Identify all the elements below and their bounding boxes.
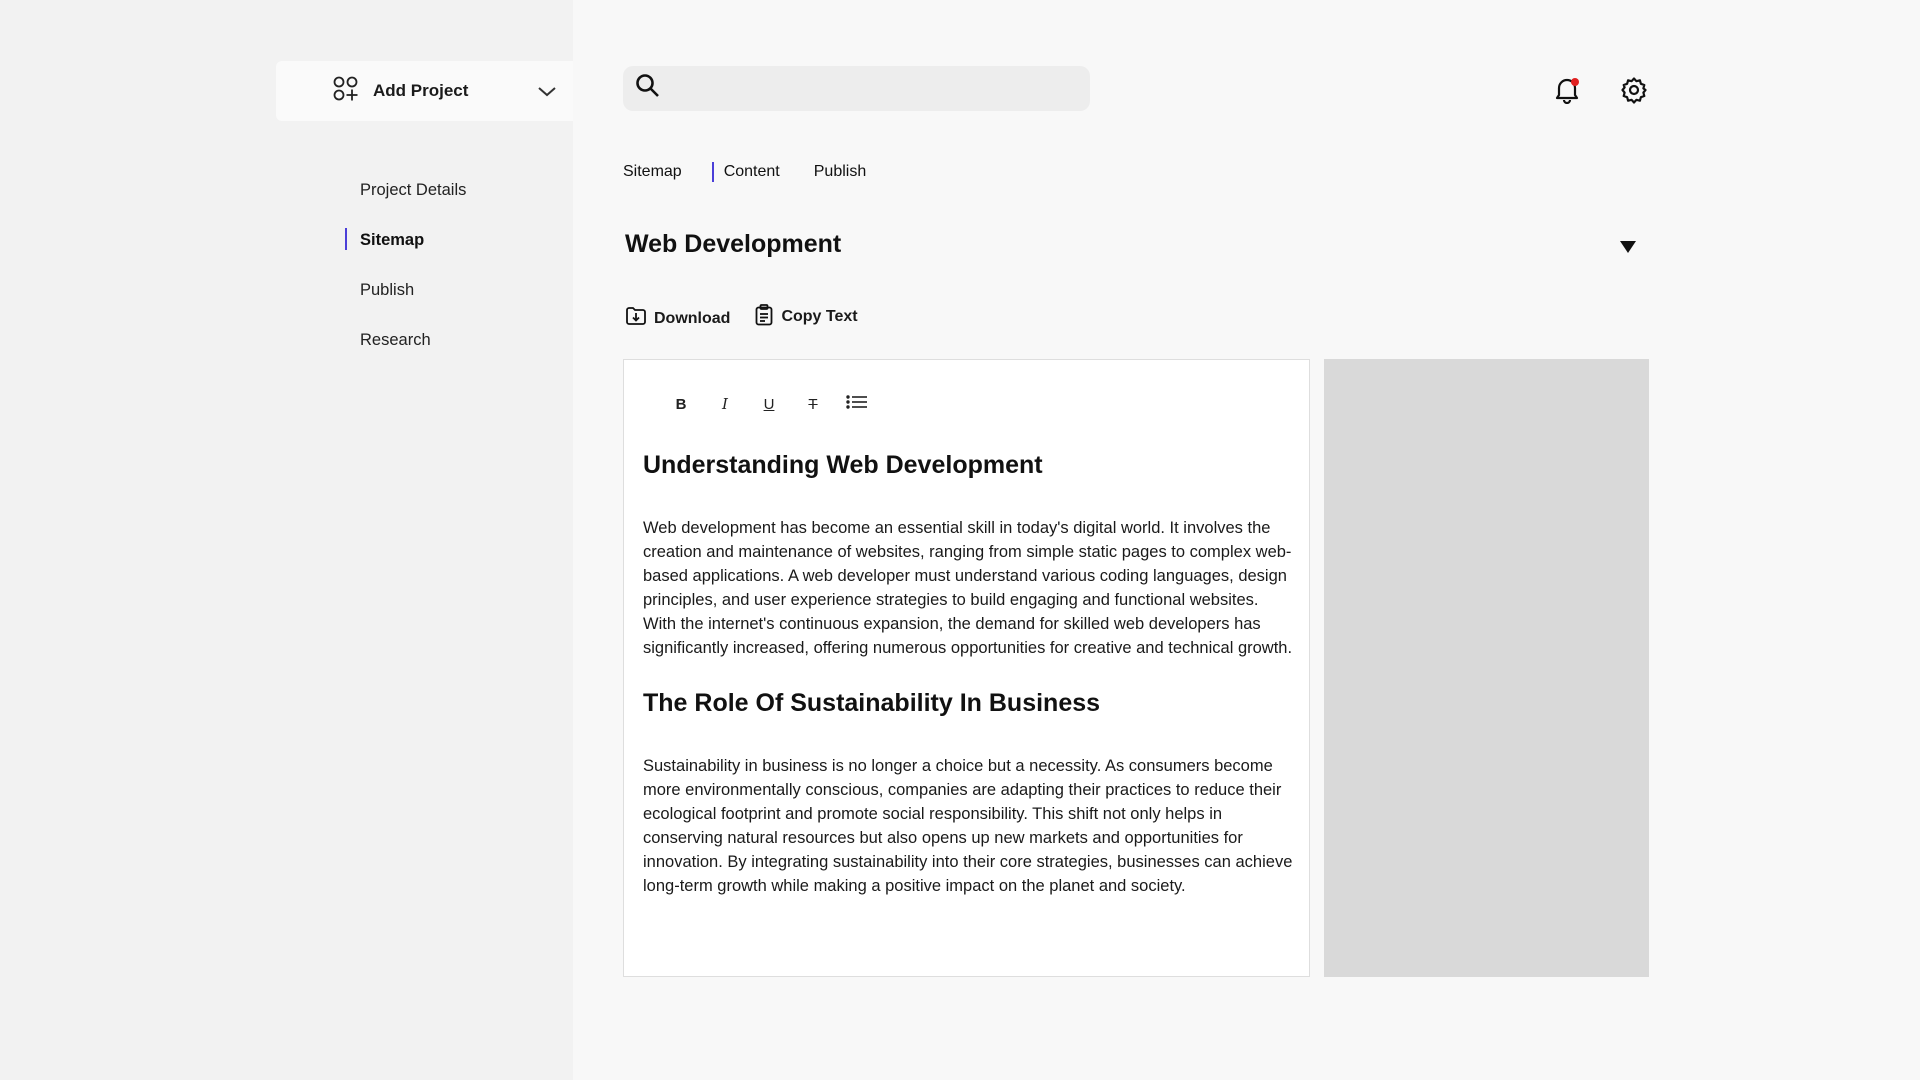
actions-bar: Download Copy Text [625, 303, 858, 332]
sidebar-item-research[interactable]: Research [360, 315, 466, 365]
bold-button[interactable]: B [659, 390, 703, 418]
formatting-toolbar: B I U T [659, 390, 879, 418]
content-heading: Understanding Web Development [643, 451, 1043, 479]
notification-badge [1571, 78, 1579, 86]
tab-publish[interactable]: Publish [814, 163, 866, 181]
copy-text-label: Copy Text [781, 308, 858, 325]
tab-sitemap[interactable]: Sitemap [623, 163, 682, 181]
sidebar-item-sitemap[interactable]: Sitemap [344, 215, 466, 265]
settings-button[interactable] [1620, 76, 1648, 109]
search-input[interactable] [671, 66, 1090, 111]
content-paragraph: Sustainability in business is no longer … [643, 757, 1293, 895]
download-icon [625, 305, 647, 332]
download-label: Download [654, 309, 731, 327]
editor-content[interactable]: Understanding Web Development Web develo… [643, 450, 1293, 898]
bullet-list-button[interactable] [835, 390, 879, 418]
content-heading: The Role Of Sustainability In Business [643, 689, 1101, 717]
content-paragraph: Web development has become an essential … [643, 519, 1293, 657]
clipboard-icon [754, 303, 774, 331]
caret-down-icon[interactable] [1619, 240, 1637, 259]
add-project-button[interactable]: Add Project [276, 61, 573, 121]
underline-button[interactable]: U [747, 390, 791, 418]
search-bar [623, 66, 1090, 111]
preview-panel [1324, 359, 1649, 977]
notifications-button[interactable] [1554, 76, 1580, 109]
section-title: Web Development [625, 230, 842, 258]
tab-content[interactable]: Content [711, 162, 780, 182]
chevron-down-icon[interactable] [537, 81, 557, 106]
sidebar-item-publish[interactable]: Publish [360, 265, 466, 315]
download-button[interactable]: Download [625, 305, 730, 332]
sidebar: Add Project Project Details Sitemap Publ… [0, 0, 573, 1080]
content-tabs: Sitemap Content Publish [623, 162, 866, 182]
list-icon [846, 394, 868, 414]
text-editor[interactable]: B I U T Understanding Web Development We… [623, 359, 1310, 977]
add-project-icon [333, 76, 359, 107]
sidebar-nav: Project Details Sitemap Publish Research [344, 165, 466, 365]
gear-icon [1620, 77, 1648, 108]
search-icon [635, 73, 661, 104]
strikethrough-button[interactable]: T [791, 390, 835, 418]
italic-button[interactable]: I [703, 390, 747, 418]
sidebar-item-project-details[interactable]: Project Details [360, 165, 466, 215]
add-project-label: Add Project [373, 81, 469, 100]
copy-text-button[interactable]: Copy Text [754, 303, 858, 331]
bell-icon [1554, 78, 1580, 108]
